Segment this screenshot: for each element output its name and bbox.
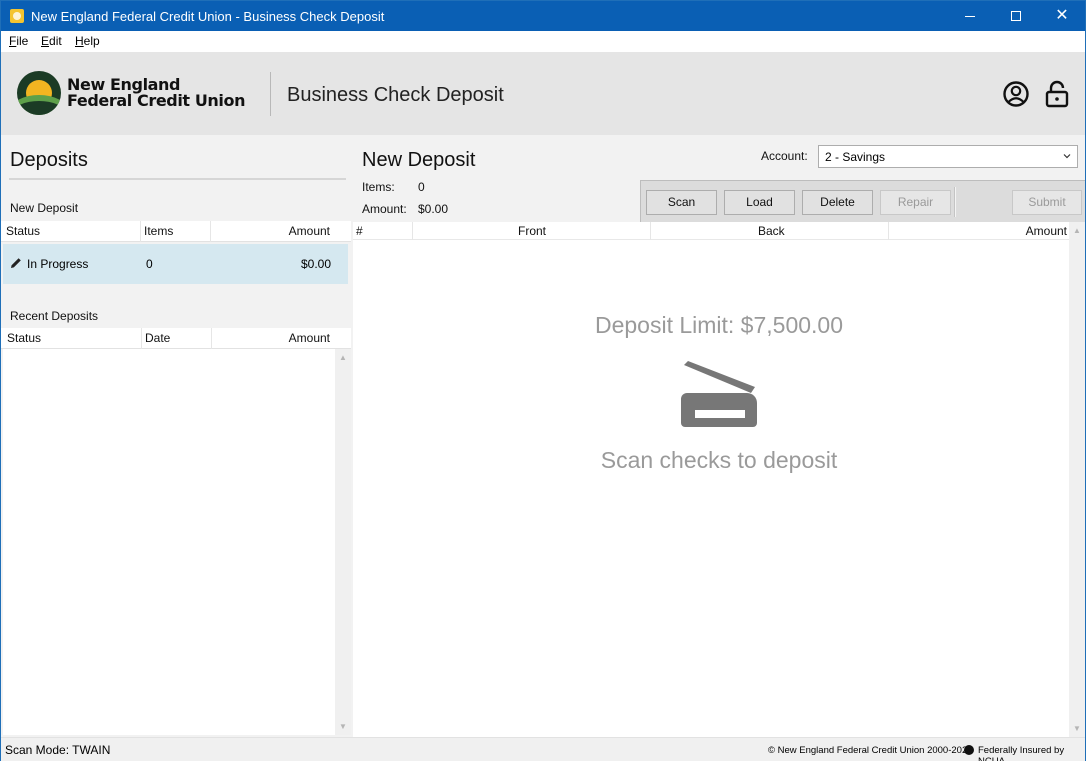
col-number[interactable]: # (356, 224, 363, 238)
deposits-panel: Deposits New Deposit Status Items Amount… (1, 135, 353, 737)
items-value: 0 (418, 180, 425, 194)
row-amount: $0.00 (300, 257, 331, 271)
header-band: New England Federal Credit Union Busines… (1, 52, 1085, 135)
credit-union-logo: New England Federal Credit Union (17, 71, 257, 117)
table-row[interactable]: In Progress 0 $0.00 (3, 244, 348, 284)
checks-scrollbar[interactable]: ▲ ▼ (1069, 222, 1085, 737)
recent-deposits-label: Recent Deposits (10, 309, 99, 323)
minimize-icon (965, 15, 975, 17)
delete-button[interactable]: Delete (802, 190, 873, 215)
insured-text: Federally Insured by NCUA (978, 745, 1065, 761)
new-deposit-grid-header: Status Items Amount (1, 221, 351, 242)
col-front[interactable]: Front (518, 224, 546, 238)
app-window: New England Federal Credit Union - Busin… (0, 0, 1086, 761)
menu-edit[interactable]: Edit (41, 34, 62, 48)
items-label: Items: (362, 180, 395, 194)
logo-text-line2: Federal Credit Union (67, 91, 246, 110)
title-bar: New England Federal Credit Union - Busin… (1, 1, 1085, 31)
ncua-dot-icon (964, 745, 974, 755)
unlock-icon[interactable] (1043, 80, 1071, 108)
scroll-down-icon[interactable]: ▼ (339, 722, 347, 731)
scanner-icon (681, 361, 757, 427)
row-items: 0 (146, 257, 153, 271)
copyright-text: © New England Federal Credit Union 2000-… (768, 745, 973, 756)
amount-label: Amount: (362, 202, 407, 216)
submit-button[interactable]: Submit (1012, 190, 1082, 215)
amount-value: $0.00 (418, 202, 449, 216)
menu-help[interactable]: Help (75, 34, 100, 48)
minimize-button[interactable] (947, 1, 993, 31)
scroll-down-icon[interactable]: ▼ (1073, 724, 1081, 733)
empty-state-message: Scan checks to deposit (600, 447, 838, 473)
window-title: New England Federal Credit Union - Busin… (31, 9, 385, 24)
header-divider (270, 72, 271, 116)
menu-file[interactable]: File (9, 34, 28, 48)
heading-divider (9, 178, 346, 180)
row-status: In Progress (27, 257, 89, 271)
scan-button[interactable]: Scan (646, 190, 717, 215)
load-button[interactable]: Load (724, 190, 795, 215)
recent-scrollbar[interactable]: ▲ ▼ (335, 349, 351, 735)
col-amount[interactable]: Amount (289, 224, 330, 238)
app-icon (10, 9, 24, 23)
status-bar: Scan Mode: TWAIN © New England Federal C… (1, 737, 1085, 761)
recent-deposits-grid-header: Status Date Amount (1, 328, 351, 349)
account-label: Account: (761, 149, 808, 163)
chevron-down-icon (1063, 154, 1071, 159)
user-circle-icon[interactable] (1002, 80, 1030, 108)
new-deposit-panel: New Deposit Items: 0 Amount: $0.00 Accou… (353, 135, 1085, 737)
close-button[interactable]: ✕ (1039, 1, 1085, 31)
checks-grid[interactable]: # Front Back Amount (353, 222, 1069, 737)
deposit-limit-text: Deposit Limit: $7,500.00 (594, 312, 844, 338)
new-deposit-heading: New Deposit (362, 149, 476, 171)
menu-bar: File Edit Help (1, 31, 1085, 52)
col-amount[interactable]: Amount (289, 331, 330, 345)
col-amount[interactable]: Amount (1026, 224, 1067, 238)
col-status[interactable]: Status (7, 331, 41, 345)
close-icon: ✕ (1055, 7, 1069, 24)
scan-mode-text: Scan Mode: TWAIN (5, 743, 111, 757)
repair-button[interactable]: Repair (880, 190, 951, 215)
col-back[interactable]: Back (758, 224, 785, 238)
col-date[interactable]: Date (145, 331, 170, 345)
col-status[interactable]: Status (6, 224, 40, 238)
account-select[interactable]: 2 - Savings (818, 145, 1078, 168)
account-select-value: 2 - Savings (825, 150, 886, 164)
toolbar-separator (954, 187, 956, 217)
col-items[interactable]: Items (144, 224, 173, 238)
new-deposit-label: New Deposit (10, 201, 79, 215)
deposits-heading: Deposits (10, 149, 88, 171)
maximize-button[interactable] (993, 1, 1039, 31)
pencil-icon (11, 258, 21, 268)
maximize-icon (1011, 11, 1021, 21)
page-title: Business Check Deposit (287, 84, 504, 106)
scroll-up-icon[interactable]: ▲ (339, 353, 347, 362)
checks-grid-header: # Front Back Amount (353, 222, 1069, 240)
logo-seal-icon (17, 71, 61, 115)
recent-deposits-list[interactable]: ▲ ▼ (3, 349, 351, 735)
deposit-toolbar: Scan Load Delete Repair Submit (640, 180, 1085, 222)
scroll-up-icon[interactable]: ▲ (1073, 226, 1081, 235)
